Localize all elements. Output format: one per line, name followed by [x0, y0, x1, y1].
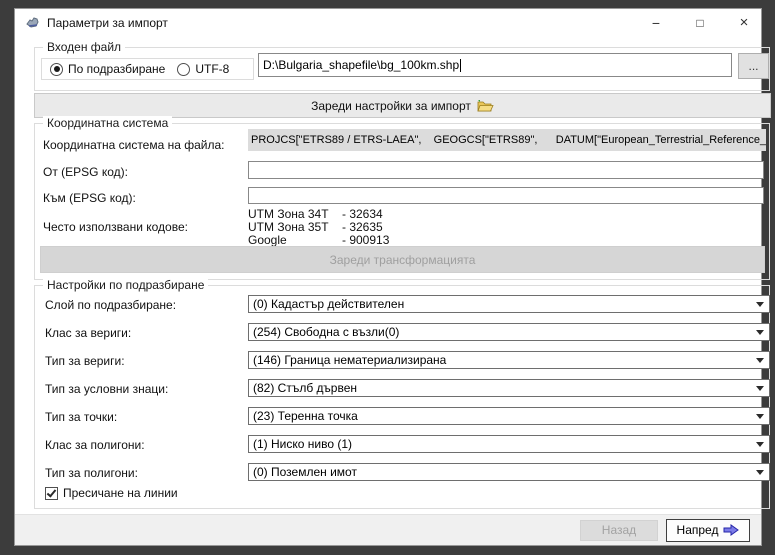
epsg-to-input[interactable]: [248, 187, 764, 204]
symbol-type-combo[interactable]: (82) Стълб дървен: [248, 379, 770, 397]
desktop-background: Параметри за импорт − □ × Входен файл По…: [0, 0, 775, 555]
minimize-button[interactable]: −: [641, 13, 671, 33]
title-bar: Параметри за импорт − □ ×: [15, 9, 761, 37]
load-import-settings-button[interactable]: Зареди настройки за импорт: [34, 93, 771, 118]
chain-type-label: Тип за вериги:: [45, 354, 125, 368]
footer-bar: Назад Напред: [15, 514, 761, 545]
polygon-type-label: Тип за полигони:: [45, 466, 138, 480]
default-layer-label: Слой по подразбиране:: [45, 298, 176, 312]
radio-encoding-default[interactable]: По подразбиране: [50, 62, 165, 76]
chain-class-label: Клас за вериги:: [45, 326, 131, 340]
arrow-right-icon: [723, 524, 739, 536]
text-caret: [460, 59, 461, 72]
line-intersection-label: Пресичане на линии: [63, 486, 178, 500]
import-parameters-dialog: Параметри за импорт − □ × Входен файл По…: [14, 8, 762, 546]
file-crs-value: PROJCS["ETRS89 / ETRS-LAEA", GEOGCS["ETR…: [248, 129, 766, 151]
point-type-label: Тип за точки:: [45, 410, 117, 424]
symbol-type-label: Тип за условни знаци:: [45, 382, 168, 396]
input-file-group: Входен файл По подразбиране UTF-8 D:\Bul…: [34, 47, 770, 91]
epsg-to-label: Към (EPSG код):: [43, 191, 136, 205]
checkbox-checked-icon: [45, 487, 58, 500]
chevron-down-icon: [751, 442, 769, 447]
chevron-down-icon: [751, 330, 769, 335]
radio-utf8-icon: [177, 63, 190, 76]
common-codes-list: UTM Зона 34T - 32634 UTM Зона 35T - 3263…: [248, 208, 389, 247]
radio-encoding-utf8[interactable]: UTF-8: [177, 62, 229, 76]
default-settings-group-label: Настройки по подразбиране: [43, 278, 208, 292]
input-file-group-label: Входен файл: [43, 40, 125, 54]
file-crs-label: Координатна система на файла:: [43, 138, 225, 152]
window-title: Параметри за импорт: [47, 16, 168, 30]
chevron-down-icon: [751, 414, 769, 419]
common-codes-label: Често използвани кодове:: [43, 220, 188, 234]
load-import-settings-label: Зареди настройки за импорт: [311, 99, 471, 113]
coordinate-system-group: Координатна система Координатна система …: [34, 123, 770, 280]
epsg-from-input[interactable]: [248, 161, 764, 179]
app-icon: [25, 15, 41, 31]
next-button[interactable]: Напред: [666, 519, 750, 542]
polygon-class-combo[interactable]: (1) Ниско ниво (1): [248, 435, 770, 453]
chevron-down-icon: [751, 358, 769, 363]
chain-class-combo[interactable]: (254) Свободна с възли(0): [248, 323, 770, 341]
browse-button[interactable]: ...: [738, 53, 769, 79]
maximize-button[interactable]: □: [685, 13, 715, 33]
encoding-radio-group: По подразбиране UTF-8: [41, 58, 254, 80]
close-button[interactable]: ×: [729, 13, 759, 33]
next-button-label: Напред: [677, 523, 719, 537]
default-settings-group: Настройки по подразбиране Слой по подраз…: [34, 285, 770, 509]
radio-default-label: По подразбиране: [68, 62, 165, 76]
epsg-from-label: От (EPSG код):: [43, 165, 128, 179]
file-path-input[interactable]: D:\Bulgaria_shapefile\bg_100km.shp: [258, 53, 732, 77]
folder-open-icon: [477, 99, 494, 113]
line-intersection-checkbox[interactable]: Пресичане на линии: [45, 486, 178, 500]
radio-utf8-label: UTF-8: [195, 62, 229, 76]
load-transformation-button[interactable]: Зареди трансформацията: [40, 246, 765, 273]
chain-type-combo[interactable]: (146) Граница нематериализирана: [248, 351, 770, 369]
coordinate-system-group-label: Координатна система: [43, 116, 172, 130]
chevron-down-icon: [751, 386, 769, 391]
polygon-class-label: Клас за полигони:: [45, 438, 145, 452]
radio-default-icon: [50, 63, 63, 76]
chevron-down-icon: [751, 470, 769, 475]
point-type-combo[interactable]: (23) Теренна точка: [248, 407, 770, 425]
polygon-type-combo[interactable]: (0) Поземлен имот: [248, 463, 770, 481]
chevron-down-icon: [751, 302, 769, 307]
default-layer-combo[interactable]: (0) Кадастър действителен: [248, 295, 770, 313]
back-button[interactable]: Назад: [580, 520, 658, 541]
